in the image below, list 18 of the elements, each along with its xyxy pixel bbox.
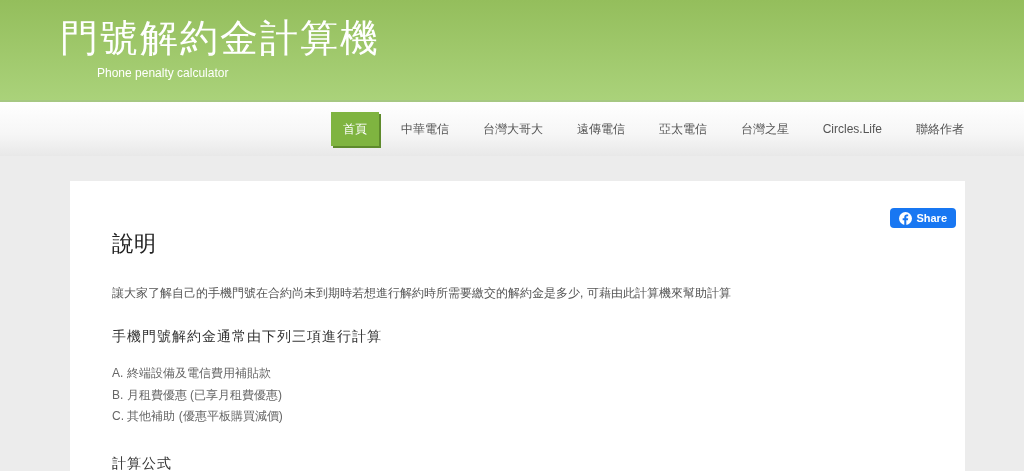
list-item: B. 月租費優惠 (已享月租費優惠): [112, 386, 283, 404]
nav-link[interactable]: 台灣之星: [728, 112, 801, 146]
nav-link[interactable]: 聯絡作者: [904, 112, 976, 146]
nav-link[interactable]: 亞太電信: [646, 112, 719, 146]
section-heading: 手機門號解約金通常由下列三項進行計算: [112, 327, 383, 345]
nav-link[interactable]: 中華電信: [388, 112, 461, 146]
share-button[interactable]: Share: [890, 208, 956, 228]
site-subtitle: Phone penalty calculator: [97, 66, 230, 80]
facebook-icon: [899, 211, 913, 225]
intro-paragraph: 讓大家了解自己的手機門號在合約尚未到期時若想進行解約時所需要繳交的解約金是多少, 可藉由此計算機來幫助計算: [112, 285, 732, 301]
article-heading: 說明: [112, 231, 157, 257]
list-item: A. 終端設備及電信費用補貼款: [112, 365, 272, 382]
nav-link[interactable]: 遠傳電信: [564, 112, 637, 146]
nav-link[interactable]: 台灣大哥大: [470, 112, 555, 146]
site-title: 門號解約金計算機: [60, 16, 381, 61]
nav-link[interactable]: Circles.Life: [810, 112, 894, 146]
list-item: C. 其他補助 (優惠平板購買減價): [112, 408, 284, 425]
section-heading: 計算公式: [112, 453, 173, 471]
